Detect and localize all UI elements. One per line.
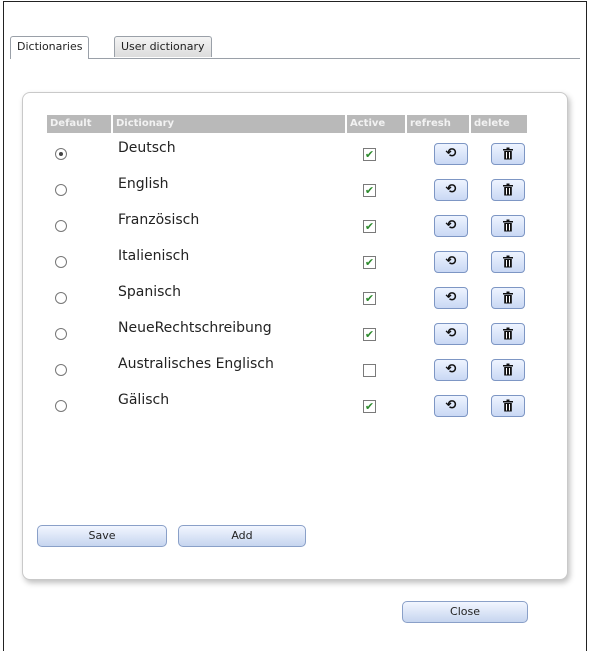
active-checkbox[interactable]: ✔ — [363, 400, 376, 413]
refresh-icon: ⟲ — [445, 398, 457, 413]
default-radio[interactable] — [55, 400, 67, 412]
tab-divider — [10, 58, 580, 59]
trash-icon — [502, 219, 514, 239]
checkmark-icon: ✔ — [364, 220, 375, 233]
dictionary-name: Italienisch — [118, 248, 190, 264]
trash-icon — [502, 399, 514, 419]
header-delete: delete — [471, 115, 527, 133]
refresh-button[interactable]: ⟲ — [434, 287, 468, 309]
refresh-icon: ⟲ — [445, 254, 457, 269]
default-radio[interactable] — [55, 364, 67, 376]
refresh-button[interactable]: ⟲ — [434, 359, 468, 381]
dictionary-name: English — [118, 176, 169, 192]
header-active: Active — [347, 115, 405, 133]
checkmark-icon: ✔ — [364, 328, 375, 341]
table-row: Australisches Englisch ⟲ — [23, 355, 569, 391]
refresh-button[interactable]: ⟲ — [434, 179, 468, 201]
refresh-button[interactable]: ⟲ — [434, 395, 468, 417]
refresh-icon: ⟲ — [445, 290, 457, 305]
refresh-button[interactable]: ⟲ — [434, 323, 468, 345]
refresh-icon: ⟲ — [445, 362, 457, 377]
checkmark-icon: ✔ — [364, 292, 375, 305]
table-row: Französisch ✔ ⟲ — [23, 211, 569, 247]
active-checkbox[interactable] — [363, 364, 376, 377]
refresh-button[interactable]: ⟲ — [434, 215, 468, 237]
dictionary-name: Deutsch — [118, 140, 176, 156]
trash-icon — [502, 255, 514, 275]
header-dictionary: Dictionary — [113, 115, 345, 133]
active-checkbox[interactable]: ✔ — [363, 328, 376, 341]
trash-icon — [502, 327, 514, 347]
dictionary-name: Spanisch — [118, 284, 181, 300]
delete-button[interactable] — [491, 359, 525, 381]
default-radio[interactable] — [55, 256, 67, 268]
delete-button[interactable] — [491, 179, 525, 201]
checkmark-icon: ✔ — [364, 256, 375, 269]
trash-icon — [502, 363, 514, 383]
refresh-icon: ⟲ — [445, 218, 457, 233]
delete-button[interactable] — [491, 215, 525, 237]
refresh-icon: ⟲ — [445, 326, 457, 341]
dictionary-name: Gälisch — [118, 392, 170, 408]
table-row: English ✔ ⟲ — [23, 175, 569, 211]
delete-button[interactable] — [491, 143, 525, 165]
delete-button[interactable] — [491, 323, 525, 345]
tab-bar: Dictionaries User dictionary — [10, 36, 580, 59]
close-button[interactable]: Close — [402, 601, 528, 623]
refresh-icon: ⟲ — [445, 146, 457, 161]
delete-button[interactable] — [491, 395, 525, 417]
dictionary-name: Australisches Englisch — [118, 356, 274, 372]
dictionaries-panel: Default Dictionary Active refresh delete… — [22, 92, 568, 580]
active-checkbox[interactable]: ✔ — [363, 220, 376, 233]
checkmark-icon: ✔ — [364, 400, 375, 413]
dictionary-name: Französisch — [118, 212, 200, 228]
table-row: Deutsch ✔ ⟲ — [23, 139, 569, 175]
save-button[interactable]: Save — [37, 525, 167, 547]
trash-icon — [502, 147, 514, 167]
default-radio[interactable] — [55, 328, 67, 340]
tab-user-dictionary[interactable]: User dictionary — [114, 36, 212, 57]
header-default: Default — [47, 115, 111, 133]
table-row: NeueRechtschreibung ✔ ⟲ — [23, 319, 569, 355]
header-refresh: refresh — [407, 115, 469, 133]
default-radio[interactable] — [55, 148, 67, 160]
checkmark-icon: ✔ — [364, 148, 375, 161]
active-checkbox[interactable]: ✔ — [363, 292, 376, 305]
trash-icon — [502, 291, 514, 311]
active-checkbox[interactable]: ✔ — [363, 256, 376, 269]
default-radio[interactable] — [55, 220, 67, 232]
refresh-icon: ⟲ — [445, 182, 457, 197]
table-row: Italienisch ✔ ⟲ — [23, 247, 569, 283]
active-checkbox[interactable]: ✔ — [363, 184, 376, 197]
delete-button[interactable] — [491, 287, 525, 309]
checkmark-icon: ✔ — [364, 184, 375, 197]
refresh-button[interactable]: ⟲ — [434, 143, 468, 165]
default-radio[interactable] — [55, 292, 67, 304]
add-button[interactable]: Add — [178, 525, 306, 547]
dictionary-name: NeueRechtschreibung — [118, 320, 272, 336]
trash-icon — [502, 183, 514, 203]
tab-dictionaries[interactable]: Dictionaries — [10, 36, 90, 59]
default-radio[interactable] — [55, 184, 67, 196]
table-row: Spanisch ✔ ⟲ — [23, 283, 569, 319]
refresh-button[interactable]: ⟲ — [434, 251, 468, 273]
delete-button[interactable] — [491, 251, 525, 273]
active-checkbox[interactable]: ✔ — [363, 148, 376, 161]
table-row: Gälisch ✔ ⟲ — [23, 391, 569, 427]
